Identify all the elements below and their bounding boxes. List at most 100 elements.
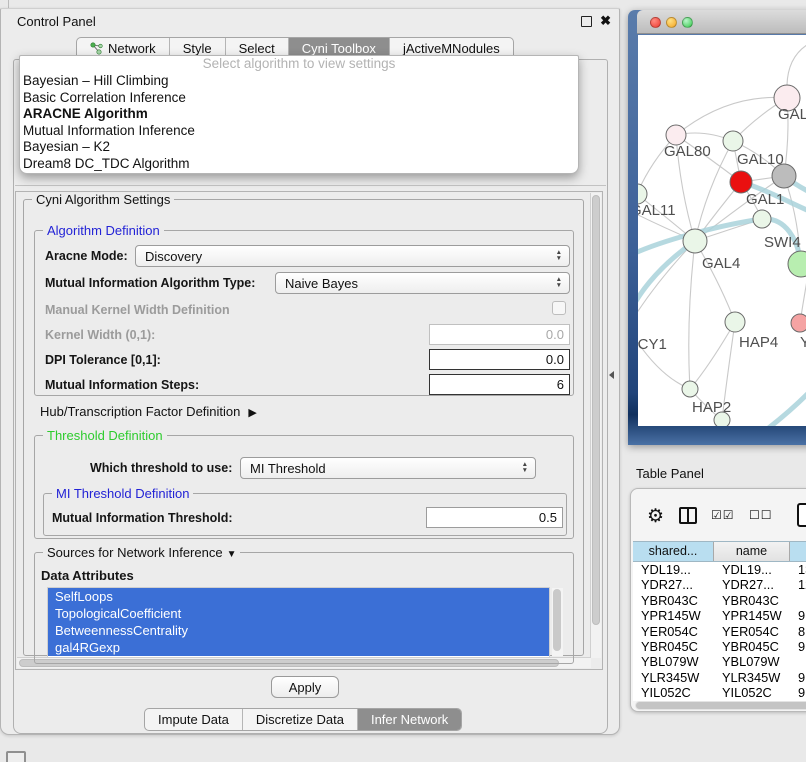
network-node-hap4[interactable] xyxy=(725,312,745,332)
table-cell: YBR045C xyxy=(714,639,790,654)
apply-button[interactable]: Apply xyxy=(271,676,339,698)
hub-definition-expander[interactable]: Hub/Transcription Factor Definition▶ xyxy=(40,404,257,419)
table-row[interactable]: YIL052CYIL052C9 xyxy=(633,685,806,700)
algorithm-option[interactable]: Dream8 DC_TDC Algorithm xyxy=(20,156,578,173)
table-panel: ⚙ ☑☑ ☐☐ shared...nameAYDL19...YDL19...13… xyxy=(630,488,806,712)
table-row[interactable]: YBR045CYBR045C9. xyxy=(633,639,806,654)
expand-right-icon: ▶ xyxy=(248,407,256,419)
attributes-list-scrollbar[interactable] xyxy=(552,588,563,656)
gear-icon[interactable]: ⚙ xyxy=(647,505,664,528)
dropdown-items: Bayesian – Hill ClimbingBasic Correlatio… xyxy=(20,73,578,173)
table-cell: YDR27... xyxy=(633,577,714,592)
table-cell: 13 xyxy=(790,562,806,577)
select-all-icon[interactable]: ☑☑ xyxy=(711,508,735,522)
table-toolbar: ⚙ ☑☑ ☐☐ xyxy=(631,489,806,539)
network-node-y[interactable] xyxy=(791,314,806,332)
data-attributes-list[interactable]: SelfLoopsTopologicalCoefficientBetweenne… xyxy=(47,587,550,658)
table-cell: YLR345W xyxy=(714,670,790,685)
network-node-gal1[interactable] xyxy=(730,171,752,193)
deselect-all-icon[interactable]: ☐☐ xyxy=(749,508,773,522)
table-row[interactable]: YBR043CYBR043C xyxy=(633,593,806,608)
table-cell: YDL19... xyxy=(633,562,714,577)
column-header[interactable]: name xyxy=(714,542,790,561)
network-node[interactable] xyxy=(772,164,796,188)
splitter-collapse-icon[interactable] xyxy=(609,371,614,379)
network-edge-thick[interactable] xyxy=(638,241,695,323)
network-edge-thick[interactable] xyxy=(766,381,806,426)
node-label: GAL4 xyxy=(702,255,740,272)
table-scrollbar-thumb[interactable] xyxy=(636,702,806,709)
table-horizontal-scrollbar[interactable] xyxy=(635,701,806,710)
table-cell: YBR043C xyxy=(714,593,790,608)
which-threshold-label: Which threshold to use: xyxy=(90,461,232,475)
table-row[interactable]: YER054CYER054C8. xyxy=(633,624,806,639)
aracne-mode-select[interactable]: Discovery ▲▼ xyxy=(135,245,570,267)
sources-group: Sources for Network Inference▼ Data Attr… xyxy=(34,552,574,664)
network-node-gal10[interactable] xyxy=(723,131,743,151)
network-edge[interactable] xyxy=(695,241,735,322)
network-node-swi4[interactable] xyxy=(753,210,771,228)
tab-label: Select xyxy=(239,41,275,56)
table-cell: YIL052C xyxy=(714,685,790,700)
sources-legend[interactable]: Sources for Network Inference▼ xyxy=(43,545,240,560)
attribute-item[interactable]: gal4RGexp xyxy=(48,639,549,656)
table-row[interactable]: YDR27...YDR27...12 xyxy=(633,577,806,592)
network-canvas[interactable]: GALGAL80GAL10GAL1GAL11SWI4GAL4GCY1HAP4YH… xyxy=(638,35,806,426)
vertical-scrollbar-thumb[interactable] xyxy=(592,195,600,625)
manual-kernel-checkbox[interactable] xyxy=(552,301,566,315)
float-icon[interactable] xyxy=(581,16,592,27)
tab-discretize-data[interactable]: Discretize Data xyxy=(243,709,358,730)
kernel-width-label: Kernel Width (0,1): xyxy=(45,328,155,342)
table-row[interactable]: YLR345WYLR345W9. xyxy=(633,670,806,685)
table-row[interactable]: YPR145WYPR145W9. xyxy=(633,608,806,623)
columns-icon[interactable] xyxy=(679,507,697,524)
network-node-gal4[interactable] xyxy=(683,229,707,253)
column-header[interactable]: shared... xyxy=(633,542,714,561)
kernel-width-input[interactable] xyxy=(429,324,570,345)
dropdown-placeholder: Select algorithm to view settings xyxy=(20,56,578,73)
algorithm-option[interactable]: Bayesian – K2 xyxy=(20,139,578,156)
close-traffic-icon[interactable] xyxy=(650,17,661,28)
network-edge[interactable] xyxy=(676,97,787,135)
algorithm-option[interactable]: ARACNE Algorithm xyxy=(20,106,578,123)
minimized-panel-icon[interactable] xyxy=(6,751,26,762)
mi-steps-input[interactable] xyxy=(429,374,570,395)
network-node-gal80[interactable] xyxy=(666,125,686,145)
network-edge[interactable] xyxy=(690,322,735,389)
attributes-scrollbar-thumb[interactable] xyxy=(553,589,561,651)
dpi-tolerance-input[interactable] xyxy=(429,349,570,370)
network-node-hap2[interactable] xyxy=(682,381,698,397)
chevron-updown-icon: ▲▼ xyxy=(556,277,562,289)
aracne-mode-label: Aracne Mode: xyxy=(45,249,128,263)
threshold-definition-group: Threshold Definition Which threshold to … xyxy=(34,435,574,539)
zoom-traffic-icon[interactable] xyxy=(682,17,693,28)
table-row[interactable]: YDL19...YDL19...13 xyxy=(633,562,806,577)
network-edge[interactable] xyxy=(689,241,695,389)
network-edge[interactable] xyxy=(787,41,806,85)
which-threshold-select[interactable]: MI Threshold ▲▼ xyxy=(240,457,536,479)
tab-label: jActiveMNodules xyxy=(403,41,500,56)
network-window-titlebar[interactable] xyxy=(637,10,806,34)
function-icon[interactable] xyxy=(797,503,806,527)
node-label: GAL1 xyxy=(746,191,784,208)
network-node[interactable] xyxy=(788,251,806,277)
table-cell: YLR345W xyxy=(633,670,714,685)
algorithm-option[interactable]: Basic Correlation Inference xyxy=(20,90,578,107)
mi-threshold-input[interactable] xyxy=(426,507,563,528)
control-panel-titlebar[interactable]: Control Panel ✖ xyxy=(1,9,619,33)
attribute-item[interactable]: BetweennessCentrality xyxy=(48,622,549,639)
minimize-traffic-icon[interactable] xyxy=(666,17,677,28)
column-header[interactable]: A xyxy=(790,542,806,561)
table-row[interactable]: YBL079WYBL079W xyxy=(633,654,806,669)
attribute-item[interactable]: TopologicalCoefficient xyxy=(48,605,549,622)
tab-impute-data[interactable]: Impute Data xyxy=(145,709,243,730)
algorithm-option[interactable]: Bayesian – Hill Climbing xyxy=(20,73,578,90)
close-icon[interactable]: ✖ xyxy=(600,13,611,29)
mi-type-select[interactable]: Naive Bayes ▲▼ xyxy=(275,272,570,294)
network-node[interactable] xyxy=(714,412,730,426)
application: Control Panel ✖ NetworkStyleSelectCyni T… xyxy=(0,0,806,762)
algorithm-option[interactable]: Mutual Information Inference xyxy=(20,123,578,140)
vertical-scrollbar[interactable] xyxy=(590,193,601,658)
tab-infer-network[interactable]: Infer Network xyxy=(358,709,461,730)
attribute-item[interactable]: SelfLoops xyxy=(48,588,549,605)
